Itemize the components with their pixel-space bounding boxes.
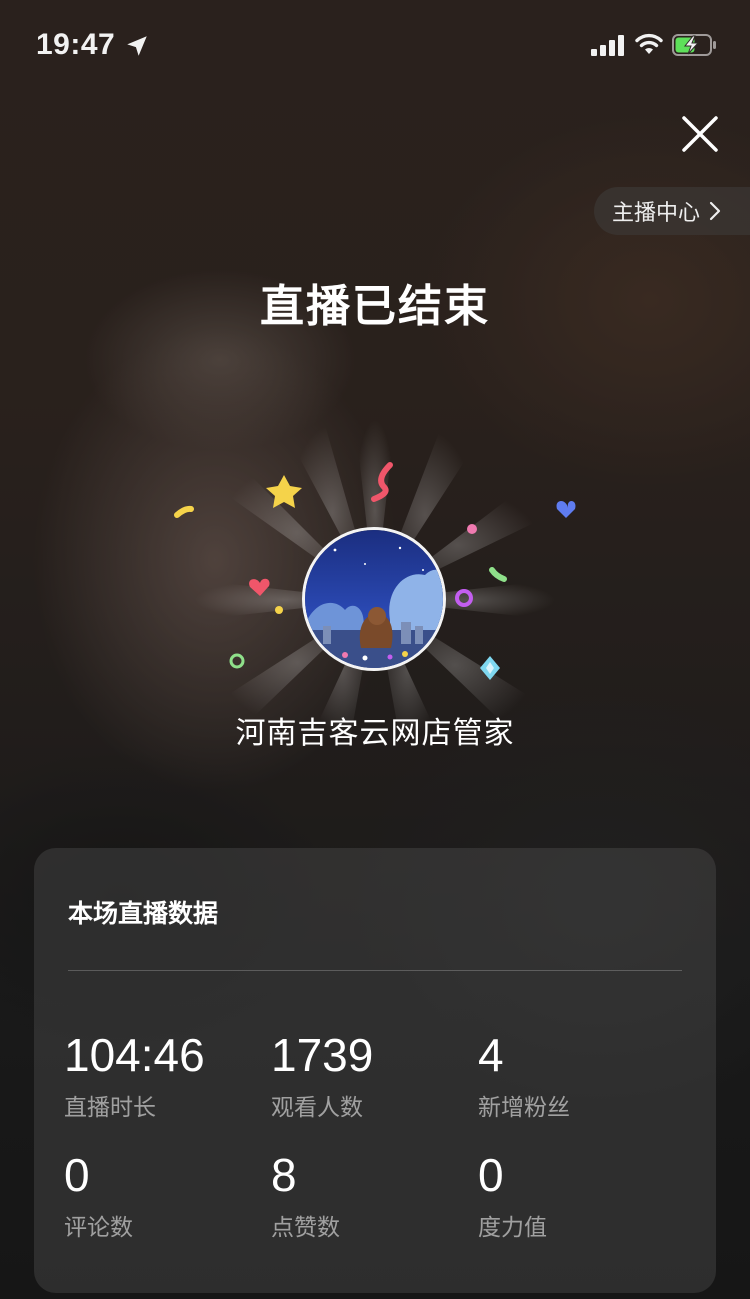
shop-name: 河南吉客云网店管家: [235, 716, 515, 751]
stat-label: 度力值: [478, 1215, 547, 1241]
battery-charging-icon: [672, 34, 716, 56]
anchor-center-button[interactable]: 主播中心: [594, 187, 750, 235]
confetti-dot-pink: [467, 524, 477, 534]
page-title: 直播已结束: [260, 281, 490, 332]
confetti-heart-blue: [556, 500, 576, 518]
stat-degree-power: 0 度力值: [478, 1148, 678, 1242]
stat-comments: 0 评论数: [64, 1148, 264, 1242]
stat-duration: 104:46 直播时长: [64, 1028, 264, 1122]
stat-label: 观看人数: [271, 1095, 363, 1121]
stat-value: 8: [271, 1149, 297, 1201]
wifi-icon: [635, 33, 663, 54]
confetti-dash-green: [489, 567, 507, 582]
stat-value: 1739: [271, 1029, 374, 1081]
status-bar: 19:47: [0, 0, 750, 90]
confetti-dot-yellow: [275, 606, 283, 614]
stat-label: 评论数: [64, 1215, 133, 1241]
chevron-right-icon: [709, 201, 721, 221]
anchor-center-label: 主播中心: [612, 201, 701, 226]
signal-icon: [591, 35, 624, 56]
stat-label: 新增粉丝: [478, 1095, 570, 1121]
stats-card-title: 本场直播数据: [68, 899, 219, 928]
stat-value: 0: [64, 1149, 90, 1201]
stat-label: 直播时长: [64, 1095, 156, 1121]
stat-value: 104:46: [64, 1029, 205, 1081]
stat-likes: 8 点赞数: [271, 1148, 471, 1242]
stat-viewers: 1739 观看人数: [271, 1028, 471, 1122]
stat-value: 4: [478, 1029, 504, 1081]
stat-label: 点赞数: [271, 1215, 340, 1241]
avatar[interactable]: [302, 527, 446, 671]
stat-new-fans: 4 新增粉丝: [478, 1028, 678, 1122]
status-time: 19:47: [36, 28, 116, 61]
stats-card: 本场直播数据 104:46 直播时长 1739 观看人数 4 新增粉丝 0 评论…: [34, 848, 716, 1293]
location-arrow-icon: [127, 36, 147, 56]
confetti-ring-green: [229, 653, 245, 669]
stat-value: 0: [478, 1149, 504, 1201]
close-icon[interactable]: [678, 112, 722, 156]
divider: [68, 970, 682, 971]
avatar-night-sky-image: [305, 530, 443, 668]
confetti-dash-yellow: [174, 505, 194, 518]
